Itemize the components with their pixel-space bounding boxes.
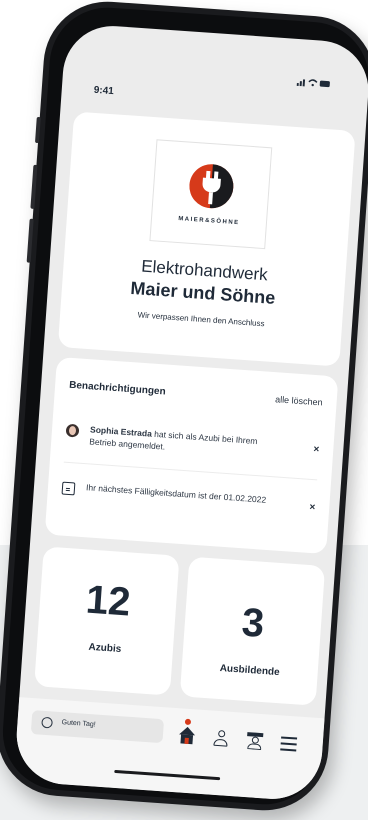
notification-item[interactable]: Ihr nächstes Fälligkeitsdatum ist der 01… <box>61 480 316 513</box>
notification-text: Sophia Estrada hat sich als Azubi bei Ih… <box>89 423 286 461</box>
stat-value: 3 <box>240 600 266 646</box>
company-logo: MAIER&SÖHNE <box>149 139 273 250</box>
menu-icon[interactable] <box>280 733 298 752</box>
greeting-pill[interactable]: Guten Tag! <box>30 710 165 744</box>
stat-value: 12 <box>84 577 132 625</box>
status-icons <box>296 77 332 88</box>
divider <box>63 461 318 481</box>
notification-item[interactable]: Sophia Estrada hat sich als Azubi bei Ih… <box>65 422 320 455</box>
company-card: MAIER&SÖHNE Elektrohandwerk Maier und Sö… <box>57 111 356 367</box>
phone-frame: 9:41 MAIER&SÖHNE Elektrohandwerk Maier u… <box>0 0 368 815</box>
notifications-card: Benachrichtigungen alle löschen Sophia E… <box>44 356 339 555</box>
side-button <box>26 218 34 263</box>
side-button <box>34 116 41 144</box>
side-button <box>30 164 38 209</box>
stat-label: Ausbildende <box>219 663 281 679</box>
logo-text: MAIER&SÖHNE <box>178 216 240 227</box>
tab-bar: Guten Tag! <box>13 697 325 803</box>
home-icon[interactable] <box>178 718 196 745</box>
phone-mockup: 9:41 MAIER&SÖHNE Elektrohandwerk Maier u… <box>0 0 368 815</box>
notifications-title: Benachrichtigungen <box>68 379 166 398</box>
phone-bezel: 9:41 MAIER&SÖHNE Elektrohandwerk Maier u… <box>0 3 368 809</box>
document-icon <box>61 481 76 496</box>
stat-card-ausbildende[interactable]: 3 Ausbildende <box>179 556 326 706</box>
clear-all-button[interactable]: alle löschen <box>275 394 323 407</box>
gear-icon <box>41 716 53 729</box>
plug-logo-icon <box>187 162 235 210</box>
stat-card-azubis[interactable]: 12 Azubis <box>34 546 180 696</box>
notification-message: Ihr nächstes Fälligkeitsdatum ist der 01… <box>85 482 267 505</box>
app-screen: 9:41 MAIER&SÖHNE Elektrohandwerk Maier u… <box>13 22 368 803</box>
status-bar: 9:41 <box>62 23 368 104</box>
signal-wifi-battery-icon <box>296 79 330 88</box>
dismiss-notification-button[interactable]: × <box>313 444 320 456</box>
graduation-icon[interactable] <box>246 731 264 751</box>
dismiss-notification-button[interactable]: × <box>309 502 316 514</box>
person-icon[interactable] <box>212 729 229 748</box>
greeting-text: Guten Tag! <box>61 719 96 729</box>
avatar-icon <box>65 423 80 438</box>
home-indicator <box>114 769 221 781</box>
status-time: 9:41 <box>93 84 115 98</box>
stat-label: Azubis <box>88 641 122 656</box>
